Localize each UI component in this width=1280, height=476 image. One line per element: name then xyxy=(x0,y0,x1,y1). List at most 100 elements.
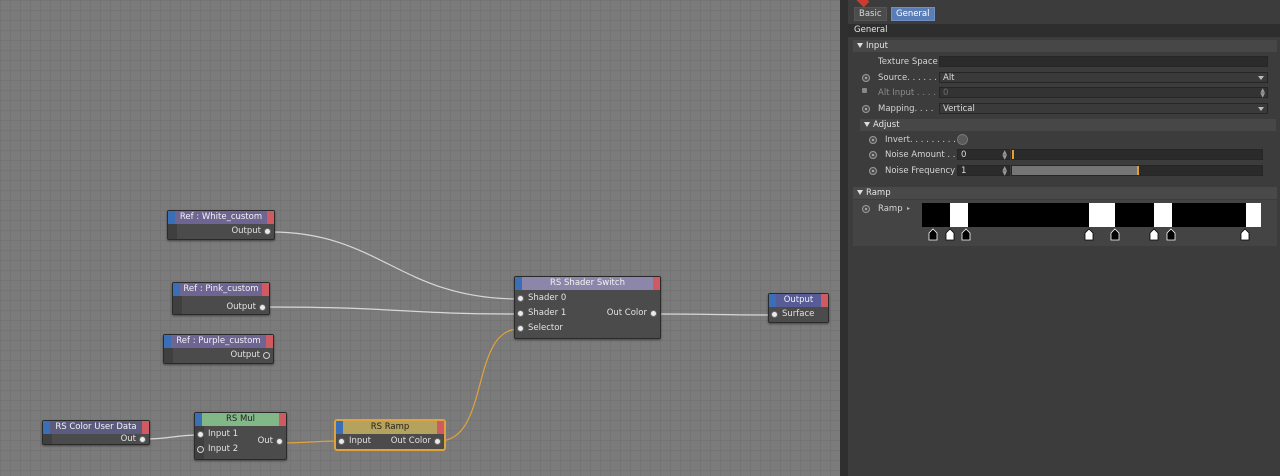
animate-icon[interactable] xyxy=(862,105,870,113)
node-header[interactable]: RS Shader Switch xyxy=(515,277,660,290)
output-port-row: Output xyxy=(164,348,273,363)
node-header[interactable]: Ref : White_custom xyxy=(168,211,274,224)
node-white-custom[interactable]: Ref : White_custom Output xyxy=(167,210,275,240)
input-port-icon[interactable] xyxy=(338,438,345,445)
node-color-tab xyxy=(515,277,522,290)
ramp-knot-black[interactable] xyxy=(1166,228,1176,241)
node-rs-color-user-data[interactable]: RS Color User Data Out xyxy=(42,420,150,445)
source-dropdown[interactable]: Alt xyxy=(939,72,1268,83)
ramp-gradient[interactable] xyxy=(922,203,1261,227)
wire-switch-to-output[interactable] xyxy=(655,313,774,316)
node-header[interactable]: Ref : Purple_custom xyxy=(164,335,273,348)
animate-icon[interactable] xyxy=(869,136,877,144)
group-title: Ramp xyxy=(866,188,891,198)
expand-arrow-icon[interactable]: ▸ xyxy=(907,205,910,212)
output-port-icon[interactable] xyxy=(139,436,146,443)
wire-mul-to-ramp[interactable] xyxy=(279,440,341,444)
node-pink-custom[interactable]: Ref : Pink_custom Output xyxy=(172,282,270,315)
node-color-tab xyxy=(267,211,274,224)
texture-space-field[interactable] xyxy=(939,56,1268,67)
input-port-icon[interactable] xyxy=(517,325,524,332)
wire-white-to-shader0[interactable] xyxy=(270,231,520,300)
wire-userdata-to-mul[interactable] xyxy=(144,434,200,440)
slider-handle[interactable] xyxy=(1012,150,1014,159)
group-adjust-header[interactable]: Adjust xyxy=(860,119,1276,131)
noise-frequency-slider[interactable] xyxy=(1011,165,1263,176)
tab-basic[interactable]: Basic xyxy=(854,7,887,21)
node-color-tab xyxy=(336,421,343,434)
output-port-icon[interactable] xyxy=(259,304,266,311)
output-port-icon[interactable] xyxy=(276,438,283,445)
alt-input-value: 0 xyxy=(943,88,949,98)
node-output[interactable]: Output Surface xyxy=(768,293,829,323)
port-label: Selector xyxy=(528,323,563,333)
node-rs-ramp[interactable]: RS Ramp Input Out Color xyxy=(335,420,445,450)
slider-handle[interactable] xyxy=(1137,166,1139,175)
mapping-dropdown[interactable]: Vertical xyxy=(939,103,1268,114)
chevron-down-icon xyxy=(1258,107,1264,111)
ramp-band xyxy=(1246,203,1261,227)
node-color-tab xyxy=(266,335,273,348)
node-header[interactable]: Output xyxy=(769,294,828,307)
ramp-knot-black[interactable] xyxy=(961,228,971,241)
group-input-header[interactable]: Input xyxy=(853,40,1277,52)
output-port-icon[interactable] xyxy=(434,438,441,445)
input-port-row: Surface xyxy=(769,307,828,322)
noise-amount-slider[interactable] xyxy=(1011,149,1263,160)
port-label: Output xyxy=(231,226,261,236)
section-header: General xyxy=(848,24,1280,37)
tab-general[interactable]: General xyxy=(891,7,935,21)
port-label: Shader 1 xyxy=(528,308,567,318)
ramp-knot-black[interactable] xyxy=(928,228,938,241)
input-port-row: Shader 0 xyxy=(515,291,566,306)
animate-icon[interactable] xyxy=(862,74,870,82)
output-port-icon[interactable] xyxy=(650,310,657,317)
output-port-row: Out Color xyxy=(577,306,660,321)
node-body: Output xyxy=(173,296,269,314)
node-graph-canvas[interactable]: Ref : White_custom Output Ref : Pink_cus… xyxy=(0,0,840,476)
node-header[interactable]: RS Mul xyxy=(195,413,286,426)
ramp-knot-white[interactable] xyxy=(945,228,955,241)
node-purple-custom[interactable]: Ref : Purple_custom Output xyxy=(163,334,274,364)
ramp-knot-white[interactable] xyxy=(1149,228,1159,241)
animate-icon[interactable] xyxy=(869,151,877,159)
invert-checkbox[interactable] xyxy=(957,134,968,145)
wire-ramp-to-selector[interactable] xyxy=(438,328,520,442)
group-ramp-header[interactable]: Ramp xyxy=(853,187,1277,199)
ramp-knot-white[interactable] xyxy=(1084,228,1094,241)
output-port-icon[interactable] xyxy=(264,228,271,235)
port-row: Input Out Color xyxy=(336,434,444,449)
animate-icon[interactable] xyxy=(869,167,877,175)
input-port-icon[interactable] xyxy=(771,311,778,318)
node-body: Out xyxy=(43,434,149,444)
group-title: Input xyxy=(866,41,889,51)
node-header[interactable]: RS Ramp xyxy=(336,421,444,434)
input-port-icon[interactable] xyxy=(517,310,524,317)
input-port-icon[interactable] xyxy=(197,431,204,438)
ramp-knot-white[interactable] xyxy=(1240,228,1250,241)
node-color-tab xyxy=(195,413,202,426)
input-port-icon[interactable] xyxy=(197,446,204,453)
node-header[interactable]: Ref : Pink_custom xyxy=(173,283,269,296)
input-port-row: Shader 1 xyxy=(515,306,566,321)
node-rs-shader-switch[interactable]: RS Shader Switch Shader 0 Shader 1 Selec… xyxy=(514,276,661,339)
noise-frequency-field[interactable]: 1 ▲ ▼ xyxy=(957,165,1010,177)
output-port-icon[interactable] xyxy=(263,352,270,359)
input-port-icon[interactable] xyxy=(517,295,524,302)
node-title: RS Ramp xyxy=(370,422,410,432)
ramp-knots xyxy=(928,228,1250,241)
ramp-band xyxy=(1154,203,1172,227)
node-header[interactable]: RS Color User Data xyxy=(43,421,149,434)
output-port-row: Out xyxy=(43,434,149,444)
panel-divider[interactable] xyxy=(840,0,848,476)
animate-icon[interactable] xyxy=(862,205,870,213)
node-rs-mul[interactable]: RS Mul Input 1 Input 2 Out xyxy=(194,412,287,460)
node-title: Ref : White_custom xyxy=(179,212,263,222)
ramp-knot-black[interactable] xyxy=(1110,228,1120,241)
collapse-triangle-icon xyxy=(857,43,863,48)
noise-amount-field[interactable]: 0 ▲ ▼ xyxy=(957,149,1010,161)
node-title: Ref : Pink_custom xyxy=(183,284,259,294)
wire-pink-to-shader1[interactable] xyxy=(265,306,520,315)
alt-input-field[interactable]: 0 ▲ ▼ xyxy=(939,87,1268,99)
texture-space-label: Texture Space xyxy=(878,57,938,67)
